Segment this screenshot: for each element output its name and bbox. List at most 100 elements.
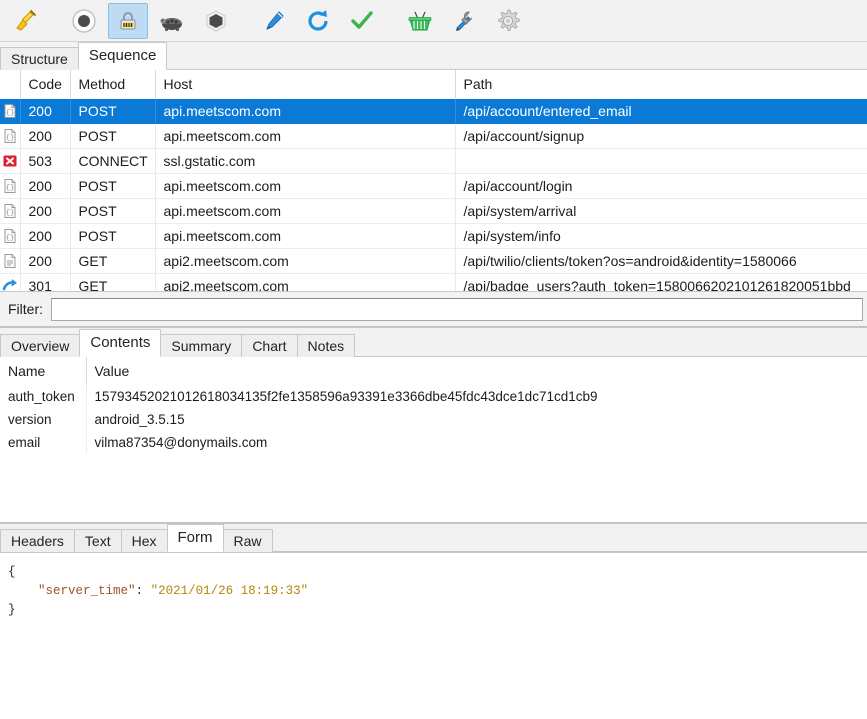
table-row[interactable]: {} 200 POST api.meetscom.com /api/accoun… bbox=[0, 173, 867, 199]
tab-contents[interactable]: Contents bbox=[79, 329, 162, 357]
row-host: api.meetscom.com bbox=[155, 198, 456, 224]
hexagon-stop-icon bbox=[206, 9, 226, 32]
row-host: ssl.gstatic.com bbox=[155, 148, 456, 174]
table-row[interactable]: 301 GET api2.meetscom.com /api/badge_use… bbox=[0, 273, 867, 291]
table-row[interactable]: {} 200 POST api.meetscom.com /api/system… bbox=[0, 223, 867, 249]
column-header-path[interactable]: Path bbox=[455, 70, 867, 99]
row-method: POST bbox=[70, 123, 156, 149]
row-host: api.meetscom.com bbox=[155, 98, 456, 124]
tab-structure[interactable]: Structure bbox=[0, 47, 79, 70]
row-status-icon-cell: {} bbox=[0, 173, 21, 199]
table-row[interactable]: version android_3.5.15 bbox=[0, 408, 867, 431]
name-value-header-row: Name Value bbox=[0, 357, 867, 385]
column-header-code[interactable]: Code bbox=[20, 70, 71, 99]
text-document-icon bbox=[4, 254, 16, 269]
row-method: GET bbox=[70, 273, 156, 291]
filter-input[interactable] bbox=[51, 297, 863, 321]
tools-button[interactable] bbox=[444, 3, 484, 39]
publish-button[interactable] bbox=[400, 3, 440, 39]
tab-structure-label: Structure bbox=[11, 51, 68, 67]
gear-icon bbox=[498, 9, 520, 31]
row-host: api2.meetscom.com bbox=[155, 273, 456, 291]
row-method: POST bbox=[70, 223, 156, 249]
record-icon bbox=[72, 8, 96, 33]
svg-text:{}: {} bbox=[6, 185, 14, 193]
ssl-proxying-button[interactable] bbox=[108, 2, 148, 39]
tools-icon bbox=[456, 10, 473, 31]
column-header-value[interactable]: Value bbox=[86, 357, 867, 385]
row-code: 200 bbox=[20, 123, 71, 149]
column-header-name[interactable]: Name bbox=[0, 357, 87, 385]
column-header-host[interactable]: Host bbox=[155, 70, 456, 99]
document-icon: {} bbox=[4, 179, 16, 194]
row-code: 503 bbox=[20, 148, 71, 174]
document-icon: {} bbox=[4, 229, 16, 244]
row-status-icon-cell bbox=[0, 248, 21, 274]
json-value: "2021/01/26 18:19:33" bbox=[150, 584, 309, 598]
refresh-icon bbox=[308, 9, 328, 31]
svg-text:{}: {} bbox=[6, 235, 14, 243]
tab-headers[interactable]: Headers bbox=[0, 529, 75, 552]
validate-button[interactable] bbox=[342, 3, 382, 39]
row-status-icon-cell bbox=[0, 148, 21, 174]
row-host: api.meetscom.com bbox=[155, 123, 456, 149]
tab-chart[interactable]: Chart bbox=[241, 334, 298, 357]
pen-icon bbox=[266, 10, 284, 30]
record-button[interactable] bbox=[64, 3, 104, 39]
tab-chart-label: Chart bbox=[252, 338, 287, 354]
tab-overview-label: Overview bbox=[11, 338, 70, 354]
row-path bbox=[455, 148, 867, 174]
filter-label: Filter: bbox=[8, 301, 43, 317]
json-close-brace: } bbox=[8, 603, 16, 617]
redirect-icon bbox=[2, 279, 17, 291]
clear-session-button[interactable] bbox=[6, 3, 46, 39]
session-view-tabs: Structure Sequence bbox=[0, 42, 867, 70]
row-host: api2.meetscom.com bbox=[155, 248, 456, 274]
table-row[interactable]: {} 200 POST api.meetscom.com /api/accoun… bbox=[0, 98, 867, 124]
session-table: Code Method Host Path {} 200 POST api.me… bbox=[0, 70, 867, 291]
column-header-icon[interactable] bbox=[0, 70, 21, 99]
table-row[interactable]: auth_token 15793452021012618034135f2fe13… bbox=[0, 385, 867, 408]
throttle-button[interactable] bbox=[152, 3, 192, 39]
row-path: /api/system/info bbox=[455, 223, 867, 249]
breakpoints-button[interactable] bbox=[196, 3, 236, 39]
json-open-brace: { bbox=[8, 565, 16, 579]
column-header-method[interactable]: Method bbox=[70, 70, 156, 99]
param-value: android_3.5.15 bbox=[86, 408, 867, 431]
repeat-button[interactable] bbox=[298, 3, 338, 39]
svg-text:{}: {} bbox=[6, 210, 14, 218]
tab-notes-label: Notes bbox=[307, 338, 345, 354]
tab-hex-label: Hex bbox=[131, 533, 157, 549]
response-body-viewer[interactable]: { "server_time": "2021/01/26 18:19:33" } bbox=[0, 553, 867, 676]
table-row[interactable]: {} 200 POST api.meetscom.com /api/system… bbox=[0, 198, 867, 224]
document-icon: {} bbox=[4, 204, 16, 219]
body-view-tabs: Headers Text Hex Form Raw bbox=[0, 524, 867, 553]
tab-raw[interactable]: Raw bbox=[222, 529, 273, 552]
table-row[interactable]: 200 GET api2.meetscom.com /api/twilio/cl… bbox=[0, 248, 867, 274]
table-row[interactable]: 503 CONNECT ssl.gstatic.com bbox=[0, 148, 867, 174]
row-code: 200 bbox=[20, 173, 71, 199]
row-host: api.meetscom.com bbox=[155, 223, 456, 249]
tab-hex[interactable]: Hex bbox=[120, 529, 168, 552]
tab-text[interactable]: Text bbox=[73, 529, 122, 552]
param-name: email bbox=[0, 431, 87, 454]
tab-notes[interactable]: Notes bbox=[296, 334, 356, 357]
row-path: /api/account/entered_email bbox=[455, 98, 867, 124]
tab-sequence[interactable]: Sequence bbox=[77, 42, 168, 70]
tab-form[interactable]: Form bbox=[166, 524, 224, 552]
compose-button[interactable] bbox=[254, 3, 294, 39]
table-row[interactable]: email vilma87354@donymails.com bbox=[0, 431, 867, 454]
row-path: /api/badge_users?auth_token=158006620210… bbox=[455, 273, 867, 291]
settings-button[interactable] bbox=[488, 3, 528, 39]
row-status-icon-cell: {} bbox=[0, 198, 21, 224]
tab-overview[interactable]: Overview bbox=[0, 334, 81, 357]
row-status-icon-cell: {} bbox=[0, 123, 21, 149]
param-name: version bbox=[0, 408, 87, 431]
tab-summary[interactable]: Summary bbox=[160, 334, 243, 357]
tab-headers-label: Headers bbox=[11, 533, 64, 549]
row-status-icon-cell bbox=[0, 273, 21, 291]
session-table-body: {} 200 POST api.meetscom.com /api/accoun… bbox=[0, 98, 867, 291]
error-icon bbox=[3, 155, 17, 167]
document-icon: {} bbox=[4, 129, 16, 144]
table-row[interactable]: {} 200 POST api.meetscom.com /api/accoun… bbox=[0, 123, 867, 149]
